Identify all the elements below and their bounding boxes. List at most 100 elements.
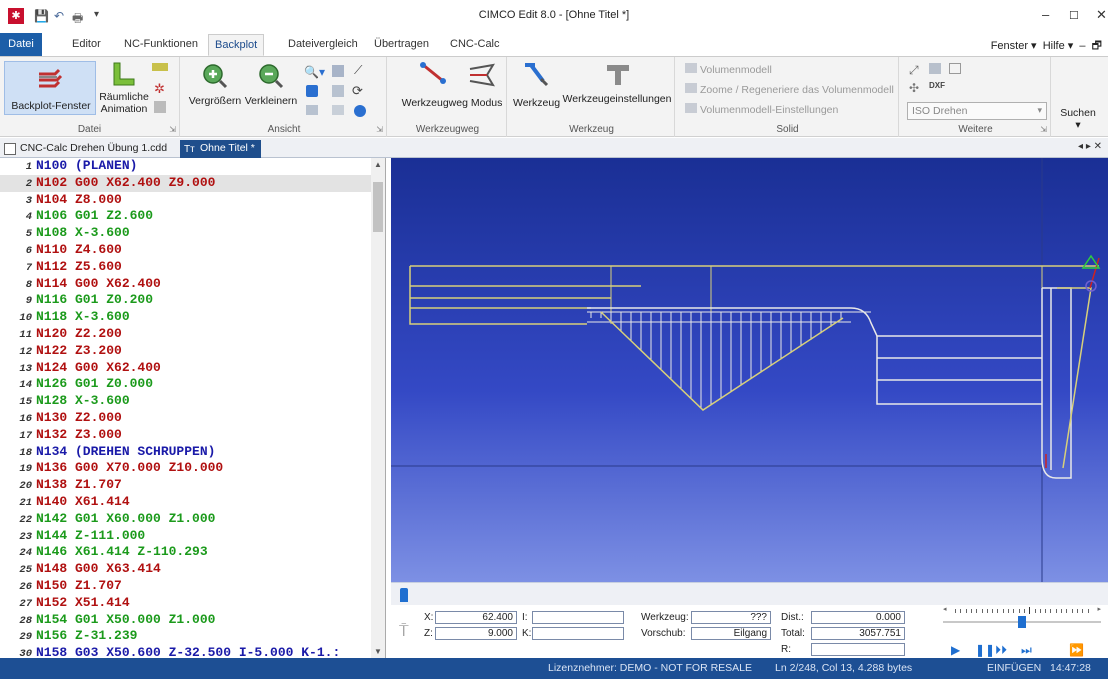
export-icon[interactable]: ⤢ [909, 63, 919, 78]
vergroessern-button[interactable]: Vergrößern [188, 61, 242, 115]
nc-code-editor[interactable]: 1 N100 (PLANEN) 2 N102 G00 X62.400 Z9.000 3 N… [0, 158, 386, 658]
group-launcher-icon[interactable]: ⇲ [1040, 125, 1047, 134]
shading-icon[interactable] [354, 105, 366, 117]
code-line[interactable]: 18 N134 (DREHEN SCHRUPPEN) [0, 444, 372, 461]
tab-uebertragen[interactable]: Übertragen [368, 34, 435, 56]
settings-small-icon[interactable] [154, 101, 166, 113]
code-line[interactable]: 16 N130 Z2.000 [0, 410, 372, 427]
tab-datei[interactable]: Datei [0, 33, 42, 56]
code-line[interactable]: 29 N156 Z-31.239 [0, 628, 372, 645]
tab-cnc-calc[interactable]: CNC-Calc [444, 34, 506, 56]
code-text: N140 X61.414 [36, 494, 130, 509]
code-line[interactable]: 6 N110 Z4.600 [0, 242, 372, 259]
code-line[interactable]: 10 N118 X-3.600 [0, 309, 372, 326]
group-launcher-icon[interactable]: ⇲ [376, 125, 383, 134]
group-launcher-icon[interactable]: ⇲ [169, 125, 176, 134]
iso-drehen-select[interactable]: ISO Drehen ▾ [907, 102, 1047, 120]
play-icon[interactable]: ▶ [951, 643, 960, 657]
code-line[interactable]: 11 N120 Z2.200 [0, 326, 372, 343]
code-line[interactable]: 21 N140 X61.414 [0, 494, 372, 511]
view-top-icon[interactable] [332, 105, 344, 115]
werkzeug-button[interactable]: Werkzeug [513, 61, 560, 115]
code-line[interactable]: 22 N142 G01 X60.000 Z1.000 [0, 511, 372, 528]
doc-tab-navigation[interactable]: ◂ ▸ ✕ [1078, 141, 1102, 152]
code-line[interactable]: 5 N108 X-3.600 [0, 225, 372, 242]
scroll-up-icon[interactable]: ▲ [374, 160, 382, 169]
k-value [532, 627, 624, 640]
backplot-small-icon[interactable]: ✲ [154, 81, 165, 97]
measure-icon[interactable]: ⟋ [354, 63, 362, 78]
view-side-icon[interactable] [332, 85, 344, 97]
zoome-regeneriere-button[interactable]: Zoome / Regeneriere das Volumenmodell [685, 83, 894, 96]
code-line[interactable]: 19 N136 G00 X70.000 Z10.000 [0, 460, 372, 477]
tab-editor[interactable]: Editor [66, 34, 107, 56]
backplot-fenster-button[interactable]: Backplot-Fenster [4, 61, 96, 115]
code-line[interactable]: 25 N148 G00 X63.414 [0, 561, 372, 578]
code-line[interactable]: 26 N150 Z1.707 [0, 578, 372, 595]
code-line[interactable]: 4 N106 G01 Z2.600 [0, 208, 372, 225]
code-line[interactable]: 15 N128 X-3.600 [0, 393, 372, 410]
code-line[interactable]: 9 N116 G01 Z0.200 [0, 292, 372, 309]
pause-icon[interactable]: ❚❚ [975, 643, 995, 657]
backplot-viewport[interactable] [391, 158, 1108, 582]
document-tab-bar: CNC-Calc Drehen Übung 1.cdd Tт Ohne Tite… [0, 138, 1108, 158]
code-line[interactable]: 27 N152 X51.414 [0, 595, 372, 612]
code-line[interactable]: 17 N132 Z3.000 [0, 427, 372, 444]
tab-nc-funktionen[interactable]: NC-Funktionen [118, 34, 204, 56]
end-icon[interactable]: ⏩ [1069, 643, 1084, 657]
speed-left-arrow-icon[interactable]: ◂ [943, 605, 947, 613]
doc-tab-cnc-calc[interactable]: CNC-Calc Drehen Übung 1.cdd [0, 140, 173, 158]
code-line[interactable]: 8 N114 G00 X62.400 [0, 276, 372, 293]
program-progress-slider[interactable] [391, 583, 1108, 605]
speed-slider-scale[interactable]: ◂ ▸ [943, 603, 1101, 617]
doc-tab-ohne-titel[interactable]: Tт Ohne Titel * [180, 140, 261, 158]
werkzeugweg-modus-button[interactable]: Werkzeugweg Modus [397, 97, 507, 109]
code-line[interactable]: 28 N154 G01 X50.000 Z1.000 [0, 612, 372, 629]
code-line[interactable]: 12 N122 Z3.200 [0, 343, 372, 360]
code-line[interactable]: 20 N138 Z1.707 [0, 477, 372, 494]
raeumliche-animation-button[interactable]: Räumliche Animation [98, 61, 150, 119]
dxf-import-icon[interactable]: ✣ [909, 81, 919, 95]
editor-vertical-scrollbar[interactable]: ▲ ▼ [371, 158, 385, 658]
step-tool-icon[interactable]: ⏭ [1021, 643, 1032, 658]
volumenmodell-einstellungen-button[interactable]: Volumenmodell-Einstellungen [685, 103, 838, 116]
code-line[interactable]: 2 N102 G00 X62.400 Z9.000 [0, 174, 372, 192]
code-line[interactable]: 30 N158 G03 X50.600 Z-32.500 I-5.000 K-1.… [0, 645, 372, 658]
code-line[interactable]: 7 N112 Z5.600 [0, 259, 372, 276]
fenster-menu[interactable]: Fenster ▾ [991, 40, 1037, 52]
view-iso-icon[interactable] [306, 105, 318, 115]
code-line[interactable]: 14 N126 G01 Z0.000 [0, 376, 372, 393]
view-front-icon[interactable] [306, 85, 318, 97]
scrollbar-thumb[interactable] [373, 182, 383, 232]
progress-thumb[interactable] [400, 588, 408, 602]
grid-icon[interactable] [929, 63, 941, 74]
code-line[interactable]: 3 N104 Z8.000 [0, 192, 372, 209]
hilfe-menu[interactable]: Hilfe ▾ [1043, 40, 1074, 52]
zoom-window-icon[interactable]: 🔍▾ [304, 65, 325, 79]
verkleinern-button[interactable]: Verkleinern [244, 61, 298, 115]
tab-dateivergleich[interactable]: Dateivergleich [282, 34, 364, 56]
tool-path-small-icon[interactable] [152, 63, 168, 71]
close-button[interactable]: ✕ [1096, 7, 1107, 23]
ribbon-restore-button[interactable]: 🗗 [1092, 40, 1102, 52]
code-line[interactable]: 1 N100 (PLANEN) [0, 158, 372, 175]
dxf-icon[interactable]: DXF [929, 81, 945, 90]
maximize-button[interactable]: ☐ [1069, 9, 1079, 22]
code-line[interactable]: 24 N146 X61.414 Z-110.293 [0, 544, 372, 561]
part-profile-inner [587, 311, 871, 323]
frame-icon[interactable] [949, 63, 961, 74]
code-line[interactable]: 23 N144 Z-111.000 [0, 528, 372, 545]
step-forward-icon[interactable]: ⏵⏵ [995, 643, 1007, 658]
tab-backplot[interactable]: Backplot [208, 34, 265, 56]
volumenmodell-button[interactable]: Volumenmodell [685, 63, 772, 76]
code-line[interactable]: 13 N124 G00 X62.400 [0, 360, 372, 377]
scroll-down-icon[interactable]: ▼ [374, 647, 382, 656]
ribbon-minimize-button[interactable]: – [1079, 40, 1085, 52]
rotate-icon[interactable]: ⟳ [352, 83, 363, 99]
speed-right-arrow-icon[interactable]: ▸ [1097, 605, 1101, 613]
speed-slider-thumb[interactable] [1018, 616, 1026, 628]
view-cube-icon[interactable] [332, 65, 344, 77]
suchen-button[interactable]: Suchen ▾ [1056, 107, 1100, 131]
werkzeugeinstellungen-button[interactable]: Werkzeugeinstellungen [561, 61, 673, 115]
minimize-button[interactable]: – [1042, 7, 1049, 22]
